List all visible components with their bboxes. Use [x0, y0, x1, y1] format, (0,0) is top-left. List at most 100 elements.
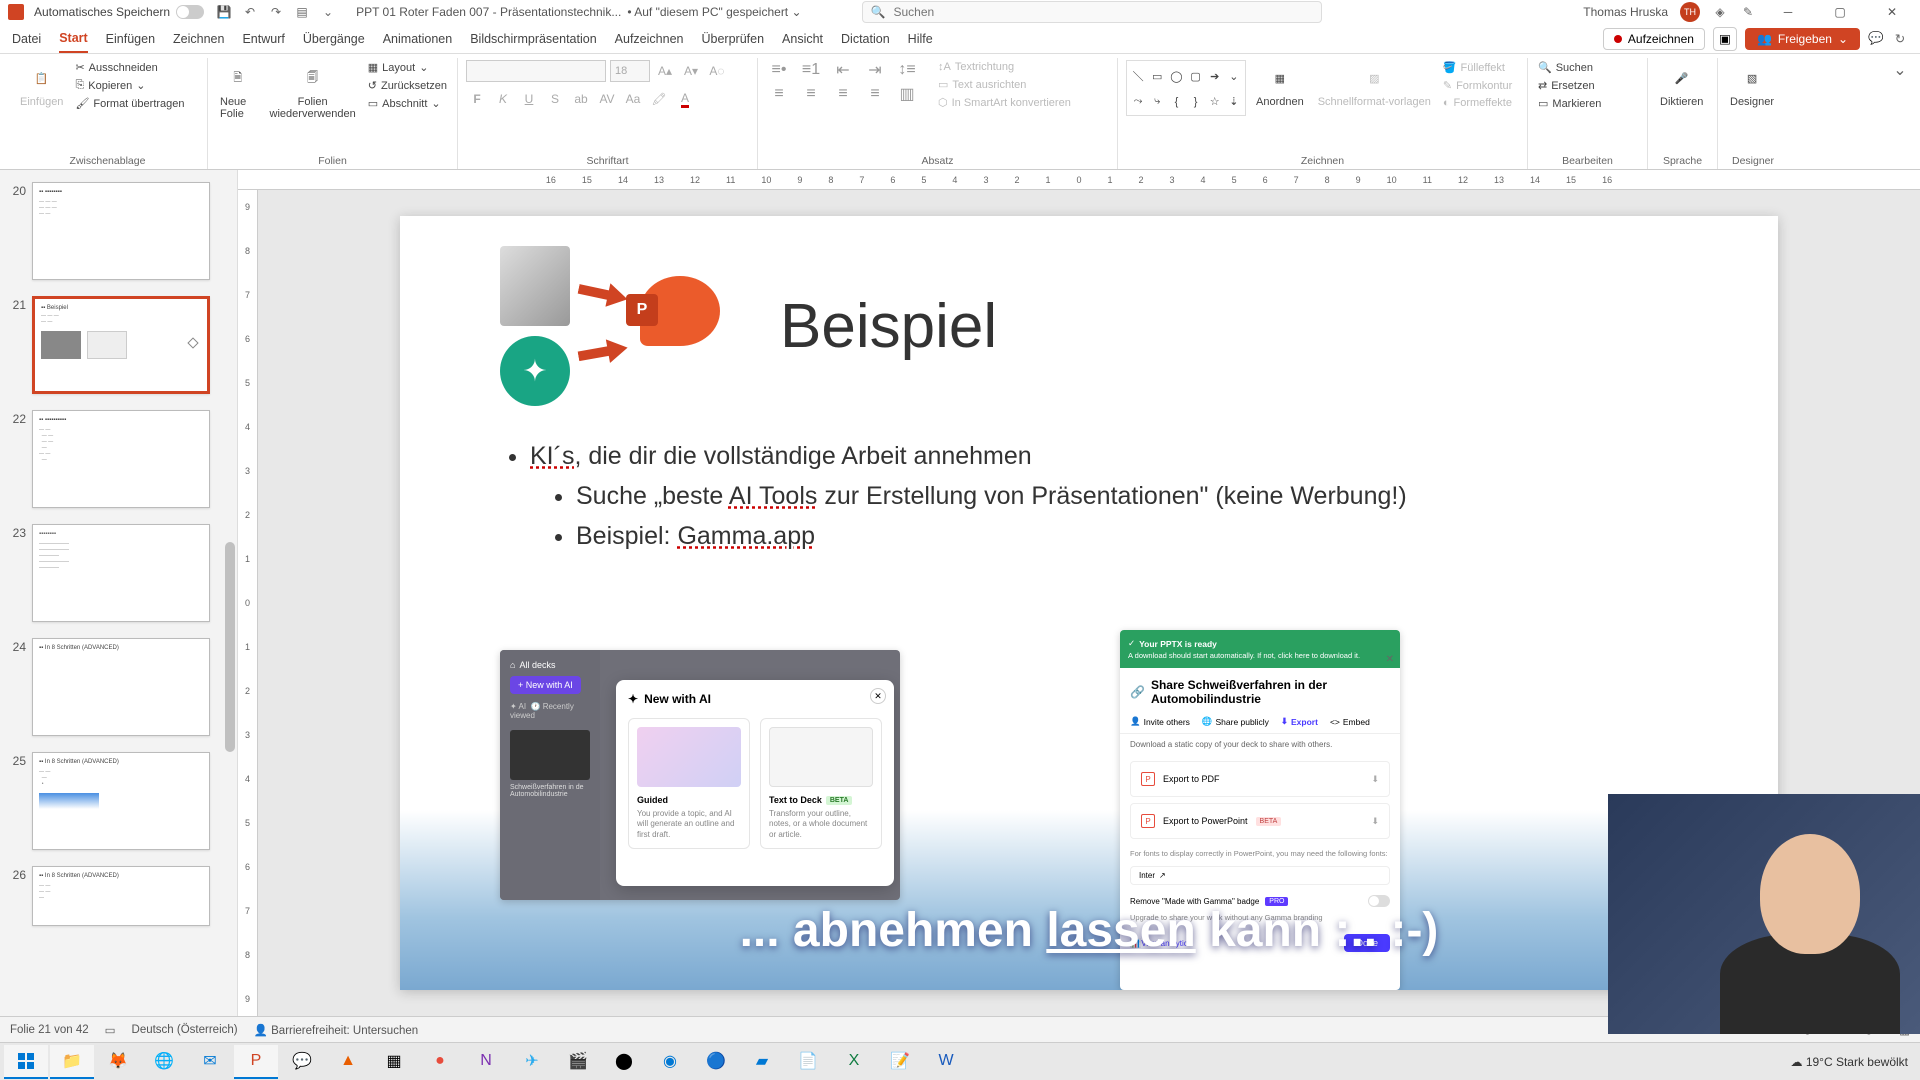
clear-format-icon[interactable]: A◌	[706, 60, 728, 82]
highlight-button[interactable]: 🖍	[648, 88, 670, 110]
thumbnail-26[interactable]: 26 ▪▪ In 8 Schritten (ADVANCED)— —— ——	[0, 864, 237, 940]
find-button[interactable]: 🔍Suchen	[1536, 60, 1603, 75]
app-icon[interactable]: ●	[418, 1045, 462, 1079]
font-color-button[interactable]: A	[674, 88, 696, 110]
underline-button[interactable]: U	[518, 88, 540, 110]
shape-roundrect-icon[interactable]: ▢	[1186, 63, 1204, 89]
start-button[interactable]	[4, 1045, 48, 1079]
align-right-button[interactable]: ≡	[830, 84, 856, 104]
thumb-scrollbar[interactable]	[223, 170, 235, 1016]
new-slide-button[interactable]: 🗎 Neue Folie	[216, 60, 260, 122]
shape-brace2-icon[interactable]: }	[1186, 90, 1204, 113]
record-button[interactable]: Aufzeichnen	[1603, 28, 1705, 50]
slide-canvas[interactable]: ✦ Beispiel KI´s, die dir die vollständig…	[400, 216, 1778, 990]
thumbnail-21[interactable]: 21 ▪▪ Beispiel — — —— —	[0, 294, 237, 408]
bold-button[interactable]: F	[466, 88, 488, 110]
shape-brace-icon[interactable]: {	[1167, 90, 1185, 113]
thumb-scroll-handle[interactable]	[225, 542, 235, 752]
shrink-font-icon[interactable]: A▾	[680, 60, 702, 82]
grow-font-icon[interactable]: A▴	[654, 60, 676, 82]
app-icon[interactable]: 💬	[280, 1045, 324, 1079]
tab-einfuegen[interactable]: Einfügen	[106, 26, 155, 52]
obs-icon[interactable]: ⬤	[602, 1045, 646, 1079]
shape-rect-icon[interactable]: ▭	[1148, 63, 1166, 89]
app-icon[interactable]: 📄	[786, 1045, 830, 1079]
align-center-button[interactable]: ≡	[798, 84, 824, 104]
thumbnail-panel[interactable]: 20 ▪▪ ▪▪▪▪▪▪▪▪— — —— — —— — 21 ▪▪ Beispi…	[0, 170, 238, 1016]
firefox-icon[interactable]: 🦊	[96, 1045, 140, 1079]
shape-connector-icon[interactable]: ⤷	[1148, 90, 1166, 113]
excel-icon[interactable]: X	[832, 1045, 876, 1079]
strike-button[interactable]: S	[544, 88, 566, 110]
tab-ansicht[interactable]: Ansicht	[782, 26, 823, 52]
outline-button[interactable]: ✎Formkontur	[1441, 78, 1514, 93]
tab-entwurf[interactable]: Entwurf	[242, 26, 284, 52]
saved-status[interactable]: • Auf "diesem PC" gespeichert ⌄	[627, 5, 801, 19]
cut-button[interactable]: ✂Ausschneiden	[73, 60, 186, 75]
tab-dictation[interactable]: Dictation	[841, 26, 890, 52]
tab-start[interactable]: Start	[59, 25, 87, 53]
maximize-button[interactable]: ▢	[1820, 0, 1860, 24]
minimize-button[interactable]: ─	[1768, 0, 1808, 24]
shape-curve-icon[interactable]: ⤳	[1129, 90, 1147, 113]
layout-button[interactable]: ▦Layout⌄	[366, 60, 449, 75]
thumbnail-20[interactable]: 20 ▪▪ ▪▪▪▪▪▪▪▪— — —— — —— —	[0, 180, 237, 294]
arrange-button[interactable]: ▦ Anordnen	[1252, 60, 1308, 110]
app-icon[interactable]: ▦	[372, 1045, 416, 1079]
justify-button[interactable]: ≡	[862, 84, 888, 104]
telegram-icon[interactable]: ✈	[510, 1045, 554, 1079]
paste-button[interactable]: 📋 Einfügen	[16, 60, 67, 110]
user-avatar[interactable]: TH	[1680, 2, 1700, 22]
tab-uebergaenge[interactable]: Übergänge	[303, 26, 365, 52]
replace-button[interactable]: ⇄Ersetzen	[1536, 78, 1603, 93]
notepad-icon[interactable]: 📝	[878, 1045, 922, 1079]
line-spacing-button[interactable]: ↕≡	[894, 60, 920, 80]
text-direction-button[interactable]: ↕ATextrichtung	[936, 60, 1073, 74]
search-input[interactable]	[893, 5, 1312, 19]
weather-widget[interactable]: ☁ 19°C Stark bewölkt	[1790, 1055, 1908, 1069]
qat-chevron-icon[interactable]: ⌄	[320, 4, 336, 20]
accessibility-status[interactable]: 👤 Barrierefreiheit: Untersuchen	[254, 1023, 419, 1037]
fill-button[interactable]: 🪣Fülleffekt	[1441, 60, 1514, 75]
outlook-icon[interactable]: ✉	[188, 1045, 232, 1079]
tab-animationen[interactable]: Animationen	[383, 26, 453, 52]
shape-star-icon[interactable]: ☆	[1206, 90, 1224, 113]
spellcheck-icon[interactable]: ▭	[105, 1023, 116, 1037]
present-icon[interactable]: ▤	[294, 4, 310, 20]
explorer-icon[interactable]: 📁	[50, 1045, 94, 1079]
select-button[interactable]: ▭Markieren	[1536, 96, 1603, 111]
comments-icon[interactable]: 💬	[1868, 31, 1884, 47]
tab-aufzeichnen[interactable]: Aufzeichnen	[615, 26, 684, 52]
reuse-slides-button[interactable]: 🗐 Folien wiederverwenden	[266, 60, 360, 122]
numbering-button[interactable]: ≡1	[798, 60, 824, 80]
smartart-button[interactable]: ⬡In SmartArt konvertieren	[936, 95, 1073, 110]
slide-counter[interactable]: Folie 21 von 42	[10, 1024, 89, 1036]
font-family-select[interactable]	[466, 60, 606, 82]
reset-button[interactable]: ↺Zurücksetzen	[366, 78, 449, 93]
case-button[interactable]: Aa	[622, 88, 644, 110]
save-icon[interactable]: 💾	[216, 4, 232, 20]
thumbnail-24[interactable]: 24 ▪▪ In 8 Schritten (ADVANCED)	[0, 636, 237, 750]
shape-line-icon[interactable]: ＼	[1129, 63, 1147, 89]
shape-arrow-icon[interactable]: ➔	[1206, 63, 1224, 89]
thumbnail-25[interactable]: 25 ▪▪ In 8 Schritten (ADVANCED)— — — •	[0, 750, 237, 864]
vlc-icon[interactable]: ▲	[326, 1045, 370, 1079]
autosave-toggle[interactable]: Automatisches Speichern	[34, 5, 204, 19]
section-button[interactable]: ▭Abschnitt⌄	[366, 96, 449, 111]
tab-bildschirmpraesentation[interactable]: Bildschirmpräsentation	[470, 26, 596, 52]
search-box[interactable]: 🔍	[862, 1, 1322, 23]
designer-button[interactable]: ▧ Designer	[1726, 60, 1778, 110]
present-from-btn[interactable]: ▣	[1713, 27, 1737, 51]
thumbnail-22[interactable]: 22 ▪▪ ▪▪▪▪▪▪▪▪▪▪— — — — — — —— — —	[0, 408, 237, 522]
chrome-icon[interactable]: 🌐	[142, 1045, 186, 1079]
app-icon[interactable]: 🎬	[556, 1045, 600, 1079]
copy-button[interactable]: ⎘Kopieren⌄	[73, 78, 186, 93]
tab-ueberpruefen[interactable]: Überprüfen	[701, 26, 764, 52]
thumbnail-23[interactable]: 23 ▪▪▪▪▪▪▪▪——————————————————————————	[0, 522, 237, 636]
app-icon[interactable]: ◉	[648, 1045, 692, 1079]
bullets-button[interactable]: ≡•	[766, 60, 792, 80]
indent-right-button[interactable]: ⇥	[862, 60, 888, 80]
language-status[interactable]: Deutsch (Österreich)	[132, 1024, 238, 1036]
close-button[interactable]: ✕	[1872, 0, 1912, 24]
tab-zeichnen[interactable]: Zeichnen	[173, 26, 224, 52]
